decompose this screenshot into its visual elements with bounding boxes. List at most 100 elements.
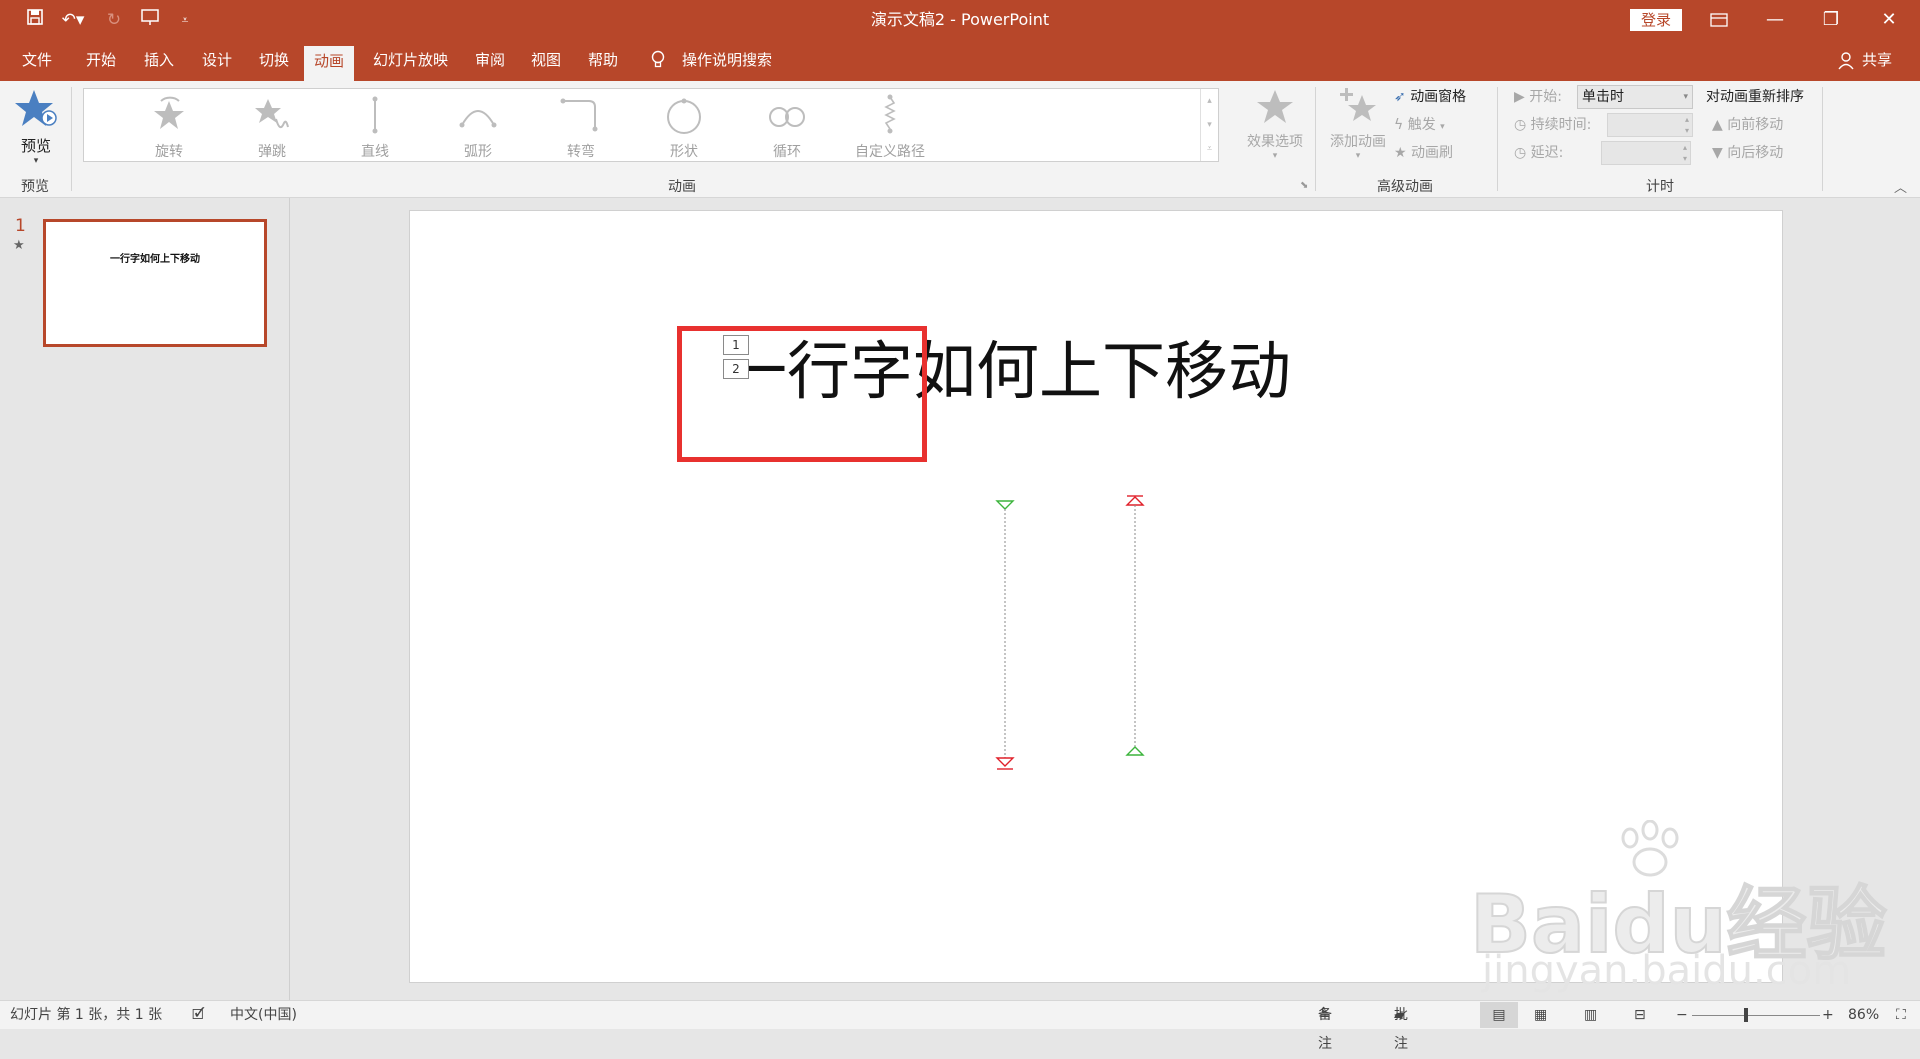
gallery-more-icon[interactable]: ⩡ [1201,137,1218,161]
preview-button[interactable]: 预览 ▾ [12,87,60,171]
restore-icon[interactable]: ❐ [1808,0,1854,40]
zoom-in-icon[interactable]: + [1822,1001,1834,1030]
present-from-start-icon[interactable] [137,8,163,32]
slide-sorter-icon[interactable]: ▦ [1534,1001,1547,1030]
language-status[interactable]: 中文(中国) [230,1001,297,1030]
animation-painter-button[interactable]: ★ 动画刷 [1394,142,1453,164]
motion-path-up[interactable] [1120,491,1150,771]
trigger-button[interactable]: ϟ 触发 ▾ [1394,114,1445,136]
gallery-label: 直线 [361,144,389,160]
status-bar: 幻灯片 第 1 张，共 1 张 🗹 中文(中国) ≜ 备注 ▰ 批注 ▤ ▦ ▥… [0,1000,1920,1052]
rotate-icon [154,96,184,129]
trigger-label: 触发 [1407,117,1436,133]
gallery-item-custom-path[interactable]: 自定义路径 [840,93,940,169]
gallery-item-turn[interactable]: 转弯 [531,93,631,169]
start-label: 开始: [1529,89,1562,105]
slide-thumbnail[interactable]: 一行字如何上下移动 [43,219,267,347]
customize-qat-icon[interactable]: ⩡ [172,8,198,32]
clock-icon: ◷ [1514,145,1527,161]
animation-pane-button[interactable]: ➶ 动画窗格 [1394,86,1466,108]
ribbon-tabs: 文件 开始 插入 设计 切换 动画 幻灯片放映 审阅 视图 帮助 操作说明搜索 … [0,40,1920,81]
gallery-item-shape[interactable]: 形状 [634,93,734,169]
move-earlier-button[interactable]: ▲ 向前移动 [1712,114,1783,136]
reading-view-icon[interactable]: ▥ [1584,1001,1597,1030]
normal-view-icon[interactable]: ▤ [1480,1002,1518,1028]
tab-review[interactable]: 审阅 [465,40,515,81]
effect-options-button[interactable]: 效果选项 ▾ [1240,87,1310,167]
login-button[interactable]: 登录 [1630,9,1682,31]
path-end-marker-icon [1125,496,1145,506]
thumbnail-title: 一行字如何上下移动 [110,254,200,265]
slideshow-view-icon[interactable]: ⊟ [1634,1001,1646,1030]
animation-painter-label: 动画刷 [1411,145,1454,161]
chevron-down-icon: ▾ [33,156,39,166]
delay-spinner[interactable]: ▴ ▾ [1601,141,1691,165]
zoom-out-icon[interactable]: − [1676,1001,1688,1030]
duration-label: 持续时间: [1530,117,1592,133]
undo-icon[interactable]: ↶▾ [56,8,90,32]
lightbulb-icon [650,50,666,74]
scroll-down-icon[interactable]: ▾ [1201,113,1218,137]
save-icon[interactable] [22,8,48,32]
tab-slideshow[interactable]: 幻灯片放映 [363,40,458,81]
duration-spinner[interactable]: ▴ ▾ [1607,113,1693,137]
gallery-label: 旋转 [155,144,183,160]
fit-to-window-icon[interactable]: ⛶ [1896,1001,1906,1030]
gallery-item-bounce[interactable]: 弹跳 [222,93,322,169]
redo-icon[interactable]: ↻ [101,8,127,32]
tab-design[interactable]: 设计 [192,40,242,81]
lightning-icon: ϟ [1394,117,1404,133]
close-icon[interactable]: ✕ [1866,0,1912,40]
gallery-item-arc[interactable]: 弧形 [428,93,528,169]
spell-check-icon[interactable]: 🗹 [192,1001,205,1030]
animation-painter-icon: ★ [1394,145,1407,161]
title-bar: ↶▾ ↻ ⩡ 演示文稿2 - PowerPoint 登录 — ❐ ✕ [0,0,1920,40]
tab-view[interactable]: 视图 [521,40,571,81]
preview-group-label: 预览 [21,179,49,195]
highlight-box [677,326,927,462]
gallery-item-rotate[interactable]: 旋转 [119,93,219,169]
animation-star-icon: ★ [13,238,25,253]
triangle-up-icon: ▲ [1712,117,1723,133]
tab-animations[interactable]: 动画 [304,46,355,81]
zoom-slider-track[interactable] [1692,1015,1820,1016]
tab-help[interactable]: 帮助 [578,40,628,81]
chevron-down-icon: ▾ [1440,122,1445,132]
spinner-arrows-icon[interactable]: ▴ ▾ [1685,114,1689,136]
tab-transitions[interactable]: 切换 [249,40,299,81]
motion-path-down[interactable] [990,496,1020,776]
gallery-item-line[interactable]: 直线 [325,93,425,169]
add-animation-label: 添加动画 [1330,134,1386,150]
zoom-level[interactable]: 86% [1848,1001,1879,1030]
gallery-item-loop[interactable]: 循环 [737,93,837,169]
minimize-icon[interactable]: — [1752,0,1798,40]
comments-label: 批注 [1394,1007,1408,1052]
start-dropdown[interactable]: 单击时 ▾ [1577,85,1693,109]
zoom-slider-thumb[interactable] [1744,1008,1748,1022]
effect-options-label: 效果选项 [1247,134,1303,150]
triangle-down-icon: ▼ [1712,145,1723,161]
timing-group-label: 计时 [1646,179,1674,195]
dialog-launcher-icon[interactable]: ⬊ [1300,180,1308,191]
line-path-icon [372,96,378,134]
notes-label: 备注 [1318,1007,1332,1052]
advanced-group-label: 高级动画 [1377,179,1433,195]
animation-pane-label: 动画窗格 [1410,89,1467,105]
custom-path-icon [884,94,896,134]
ribbon-display-icon[interactable] [1696,0,1742,40]
slide-canvas[interactable]: 一行字如何上下移动 1 2 [409,210,1783,983]
share-button[interactable]: 共享 [1852,40,1902,81]
tell-me-search[interactable]: 操作说明搜索 [672,40,782,81]
tab-home[interactable]: 开始 [76,40,126,81]
spinner-arrows-icon[interactable]: ▴ ▾ [1683,142,1687,164]
group-separator [1497,87,1498,191]
tab-file[interactable]: 文件 [12,40,62,81]
gallery-scrollbar[interactable]: ▴ ▾ ⩡ [1200,89,1218,161]
tab-insert[interactable]: 插入 [134,40,184,81]
collapse-ribbon-icon[interactable]: ︿ [1894,177,1907,196]
scroll-up-icon[interactable]: ▴ [1201,89,1218,113]
move-later-label: 向后移动 [1727,145,1784,161]
add-animation-button[interactable]: 添加动画 ▾ [1325,87,1391,167]
move-later-button[interactable]: ▼ 向后移动 [1712,142,1783,164]
start-row: ▶ 开始: [1514,86,1562,108]
